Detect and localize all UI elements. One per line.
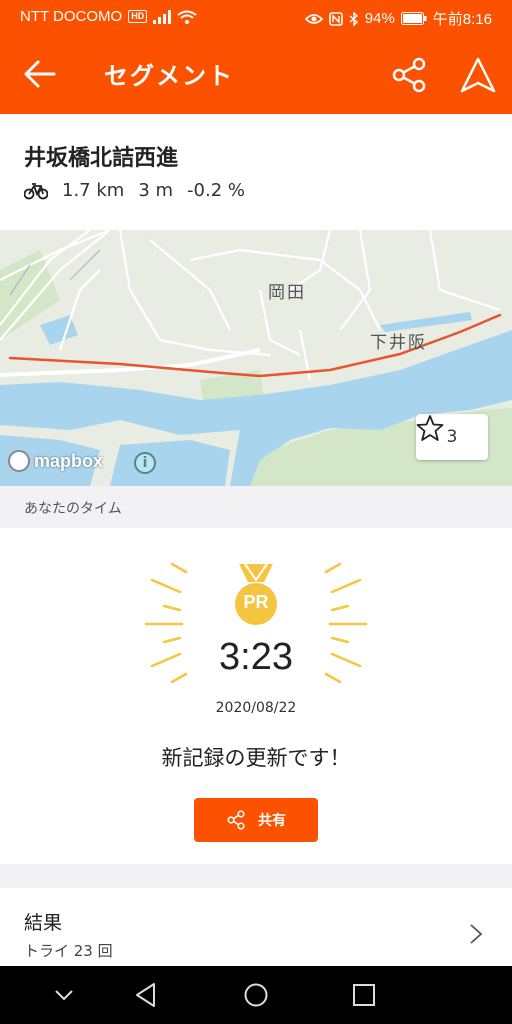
results-row[interactable]: 結果 トライ 23 回 — [0, 888, 512, 966]
pr-date: 2020/08/22 — [215, 700, 297, 716]
results-title: 結果 — [24, 912, 63, 934]
star-button[interactable]: 3 — [416, 414, 488, 460]
battery-icon — [400, 12, 427, 25]
segment-distance: 1.7 km — [62, 180, 125, 201]
bike-icon — [24, 182, 48, 199]
signal-icon — [153, 9, 172, 24]
status-bar: NTT DOCOMO HD 94% 午前8:16 — [0, 0, 512, 34]
pr-time: 3:23 — [219, 636, 293, 678]
place-label-okada: 岡田 — [268, 283, 306, 303]
pr-card: PR 3:23 2020/08/22 新記録の更新です！ 共有 — [0, 528, 512, 864]
share-button-label: 共有 — [258, 813, 286, 829]
place-label-shimoisaka: 下井阪 — [370, 333, 427, 353]
results-subtitle: トライ 23 回 — [24, 942, 113, 960]
segment-grade: -0.2 % — [187, 180, 245, 201]
mapbox-wordmark: mapbox — [34, 450, 104, 471]
segment-stats: 1.7 km 3 m -0.2 % — [24, 180, 245, 201]
hd-badge: HD — [128, 10, 148, 23]
back-arrow-icon[interactable] — [22, 56, 58, 92]
star-icon — [416, 415, 444, 441]
wifi-icon — [177, 10, 197, 24]
info-icon[interactable]: i — [134, 452, 156, 474]
share-icon — [227, 810, 245, 830]
nav-recents-icon[interactable] — [352, 983, 376, 1007]
segment-name: 井坂橋北詰西進 — [24, 146, 179, 171]
nav-home-icon[interactable] — [243, 982, 269, 1008]
segment-elevation: 3 m — [138, 180, 174, 201]
system-nav-bar — [0, 966, 512, 1024]
star-count: 3 — [446, 427, 458, 447]
section-divider — [0, 864, 512, 888]
mapbox-logo[interactable]: mapbox — [8, 450, 103, 472]
segment-header: 井坂橋北詰西進 1.7 km 3 m -0.2 % — [0, 114, 512, 230]
pr-message: 新記録の更新です！ — [161, 746, 351, 770]
share-button[interactable]: 共有 — [194, 798, 318, 842]
battery-percent: 94% — [364, 10, 395, 27]
mapbox-mark-icon — [8, 450, 30, 472]
pr-badge-label: PR — [243, 592, 269, 612]
page-title: セグメント — [104, 62, 234, 90]
bluetooth-icon — [349, 11, 358, 26]
eye-icon — [304, 13, 323, 24]
clock: 午前8:16 — [432, 11, 492, 28]
carrier-label: NTT DOCOMO — [20, 8, 123, 25]
app-bar: セグメント — [0, 34, 512, 114]
nfc-icon — [328, 11, 343, 26]
your-time-section-header: あなたのタイム — [0, 486, 512, 528]
segment-map[interactable]: 岡田 下井阪 mapbox i 3 — [0, 230, 512, 486]
chevron-right-icon — [470, 924, 483, 944]
nav-back-icon[interactable] — [134, 982, 158, 1008]
share-icon[interactable] — [390, 56, 428, 94]
navigate-icon[interactable] — [458, 56, 498, 94]
hide-keyboard-icon[interactable] — [54, 988, 74, 1002]
section-label: あなたのタイム — [24, 501, 122, 517]
